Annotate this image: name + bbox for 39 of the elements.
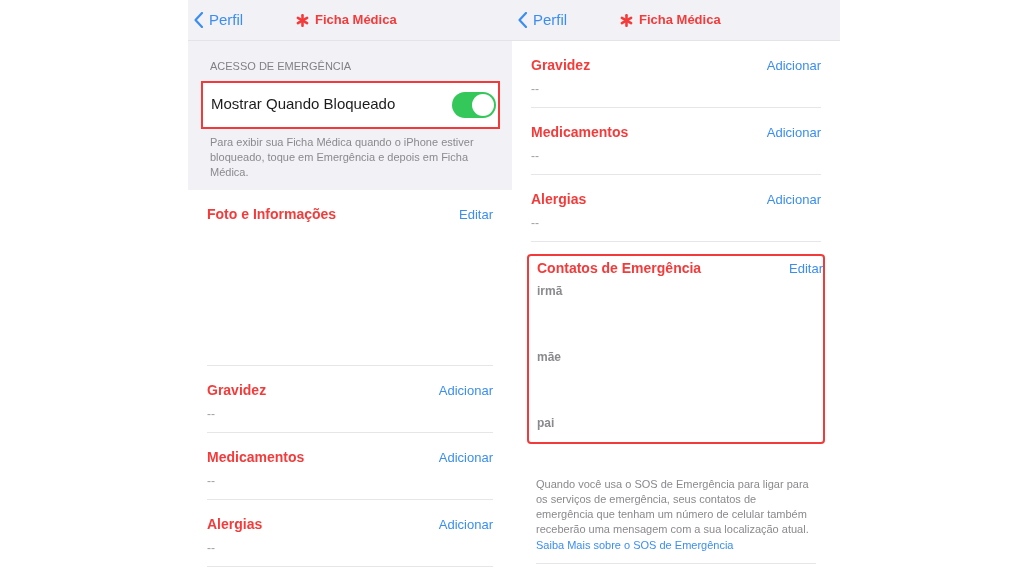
chevron-left-icon [194,12,203,28]
action-link[interactable]: Adicionar [766,122,821,143]
contact-name[interactable]: pai [537,414,823,432]
back-button[interactable]: Perfil [518,8,568,32]
action-link[interactable]: Adicionar [438,447,493,468]
screen-title: Ficha Médica [315,11,397,30]
section-title: Gravidez [531,56,591,75]
section-title: Medicamentos [207,448,305,467]
section-title: Gravidez [207,381,267,400]
toggle-label: Mostrar Quando Bloqueado [211,94,396,115]
asterisk-icon [296,13,309,27]
section-value: -- [531,81,540,98]
action-link[interactable]: Adicionar [438,514,493,535]
asterisk-icon [620,13,633,27]
section-title: Contatos de Emergência [537,259,702,278]
action-link[interactable]: Editar [459,204,493,225]
section-value: -- [531,148,540,165]
screen-title: Ficha Médica [639,11,721,30]
section-value: -- [207,406,216,423]
learn-more-link[interactable]: Saiba Mais sobre o SOS de Emergência [536,537,816,553]
section-value: -- [531,215,540,232]
contact-name[interactable]: irmã [537,282,823,300]
action-link[interactable]: Adicionar [766,55,821,76]
chevron-left-icon [518,12,527,28]
section-title: Alergias [531,190,587,209]
section-header: ACESSO DE EMERGÊNCIA [209,59,353,74]
footer-text: Quando você usa o SOS de Emergência para ligar para os serviços de emergência, seus contatos de emergência que tenham um número de celular também receberão uma mensagem com a sua localização atual. [536,477,810,537]
action-link[interactable]: Adicionar [438,380,493,401]
section-value: -- [207,540,216,557]
section-value: -- [207,473,216,490]
action-link[interactable]: Adicionar [766,189,821,210]
section-title: Alergias [207,515,263,534]
contact-name[interactable]: mãe [537,348,823,366]
action-link[interactable]: Editar [789,258,823,279]
footer-text: Para exibir sua Ficha Médica quando o iPhone estiver bloqueado, toque em Emergência e depois em Ficha Médica. [209,134,475,180]
back-button[interactable]: Perfil [194,8,244,32]
section-title: Medicamentos [531,123,629,142]
toggle-switch[interactable] [452,91,496,118]
section-title: Foto e Informações [207,205,337,224]
